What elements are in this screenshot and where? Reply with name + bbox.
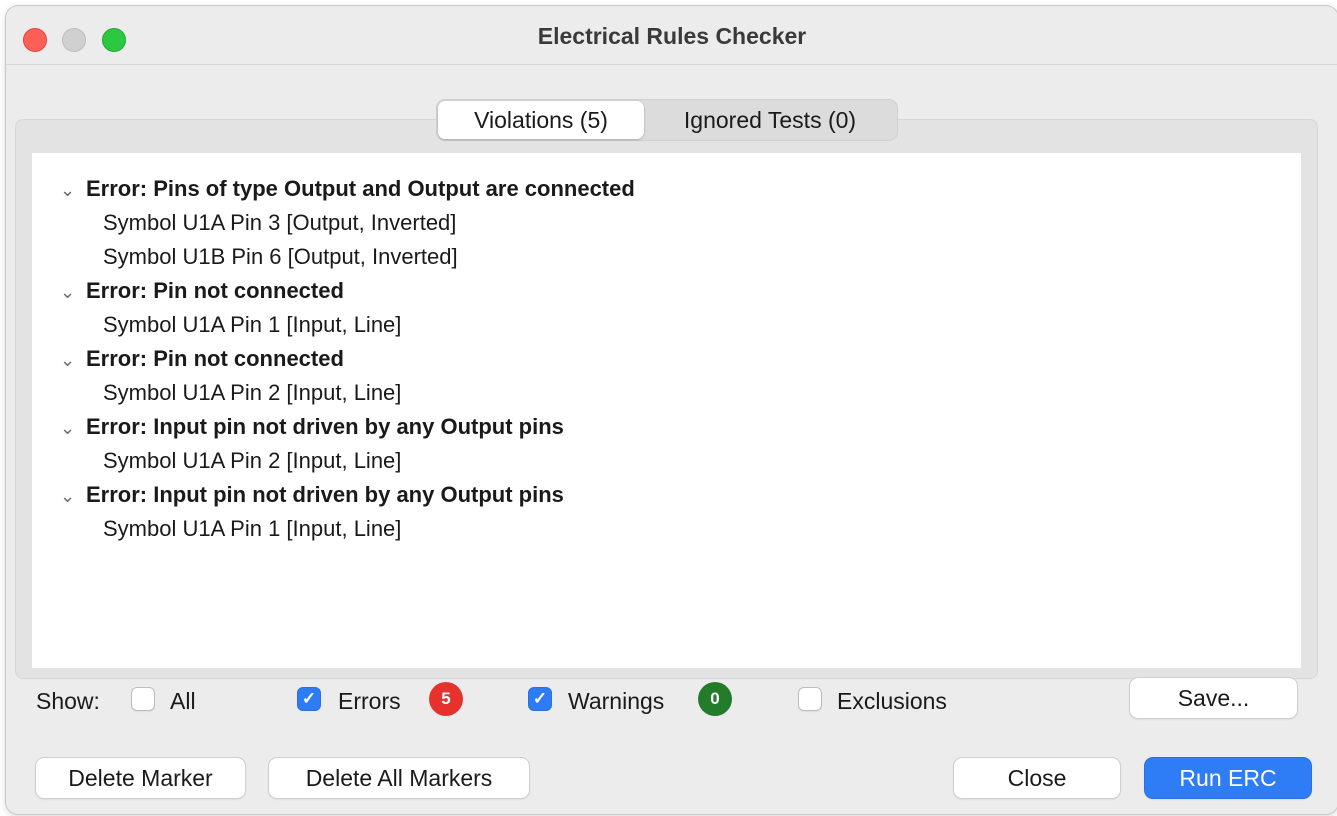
tab-ignored-tests[interactable]: Ignored Tests (0) — [644, 101, 896, 139]
violation-item[interactable]: Symbol U1A Pin 2 [Input, Line] — [32, 444, 1301, 478]
violation-header[interactable]: ⌄ Error: Pins of type Output and Output … — [32, 172, 1301, 206]
chevron-down-icon[interactable]: ⌄ — [60, 479, 75, 513]
delete-all-markers-button[interactable]: Delete All Markers — [269, 758, 529, 798]
violation-item[interactable]: Symbol U1A Pin 2 [Input, Line] — [32, 376, 1301, 410]
errors-label: Errors — [338, 688, 401, 714]
errors-checkbox[interactable]: ✓ — [297, 687, 321, 711]
violation-group: ⌄ Error: Input pin not driven by any Out… — [32, 410, 1301, 478]
violation-header[interactable]: ⌄ Error: Input pin not driven by any Out… — [32, 410, 1301, 444]
violation-group: ⌄ Error: Pins of type Output and Output … — [32, 172, 1301, 274]
close-button[interactable]: Close — [954, 758, 1120, 798]
checkmark-icon: ✓ — [301, 689, 317, 708]
tab-bar: Violations (5) Ignored Tests (0) — [436, 99, 898, 141]
violation-item[interactable]: Symbol U1B Pin 6 [Output, Inverted] — [32, 240, 1301, 274]
warnings-count-badge: 0 — [698, 682, 732, 716]
errors-count-badge: 5 — [429, 682, 463, 716]
violation-item[interactable]: Symbol U1A Pin 3 [Output, Inverted] — [32, 206, 1301, 240]
window-title: Electrical Rules Checker — [537, 23, 807, 49]
all-label: All — [170, 688, 196, 714]
violation-group: ⌄ Error: Pin not connected Symbol U1A Pi… — [32, 342, 1301, 410]
save-button[interactable]: Save... — [1130, 678, 1297, 718]
violation-header[interactable]: ⌄ Error: Pin not connected — [32, 342, 1301, 376]
chevron-down-icon[interactable]: ⌄ — [60, 411, 75, 445]
warnings-checkbox[interactable]: ✓ — [528, 687, 552, 711]
chevron-down-icon[interactable]: ⌄ — [60, 275, 75, 309]
chevron-down-icon[interactable]: ⌄ — [60, 173, 75, 207]
run-erc-button[interactable]: Run ERC — [1145, 758, 1311, 798]
violation-header[interactable]: ⌄ Error: Input pin not driven by any Out… — [32, 478, 1301, 512]
checkmark-icon: ✓ — [532, 689, 548, 708]
violation-title: Error: Pin not connected — [86, 346, 344, 371]
violation-item[interactable]: Symbol U1A Pin 1 [Input, Line] — [32, 512, 1301, 546]
show-label: Show: — [36, 688, 100, 714]
violation-item[interactable]: Symbol U1A Pin 1 [Input, Line] — [32, 308, 1301, 342]
violation-title: Error: Input pin not driven by any Outpu… — [86, 482, 564, 507]
violation-title: Error: Pin not connected — [86, 278, 344, 303]
violation-group: ⌄ Error: Pin not connected Symbol U1A Pi… — [32, 274, 1301, 342]
erc-dialog-window: Electrical Rules Checker Violations (5) … — [6, 6, 1337, 814]
violation-title: Error: Input pin not driven by any Outpu… — [86, 414, 564, 439]
chevron-down-icon[interactable]: ⌄ — [60, 343, 75, 377]
violations-tree[interactable]: ⌄ Error: Pins of type Output and Output … — [32, 153, 1301, 668]
tab-violations[interactable]: Violations (5) — [438, 101, 644, 139]
exclusions-label: Exclusions — [837, 688, 947, 714]
violation-title: Error: Pins of type Output and Output ar… — [86, 176, 635, 201]
delete-marker-button[interactable]: Delete Marker — [36, 758, 245, 798]
violation-group: ⌄ Error: Input pin not driven by any Out… — [32, 478, 1301, 546]
warnings-label: Warnings — [568, 688, 665, 714]
all-checkbox[interactable] — [131, 687, 155, 711]
exclusions-checkbox[interactable] — [798, 687, 822, 711]
violation-header[interactable]: ⌄ Error: Pin not connected — [32, 274, 1301, 308]
title-bar: Electrical Rules Checker — [6, 6, 1337, 65]
